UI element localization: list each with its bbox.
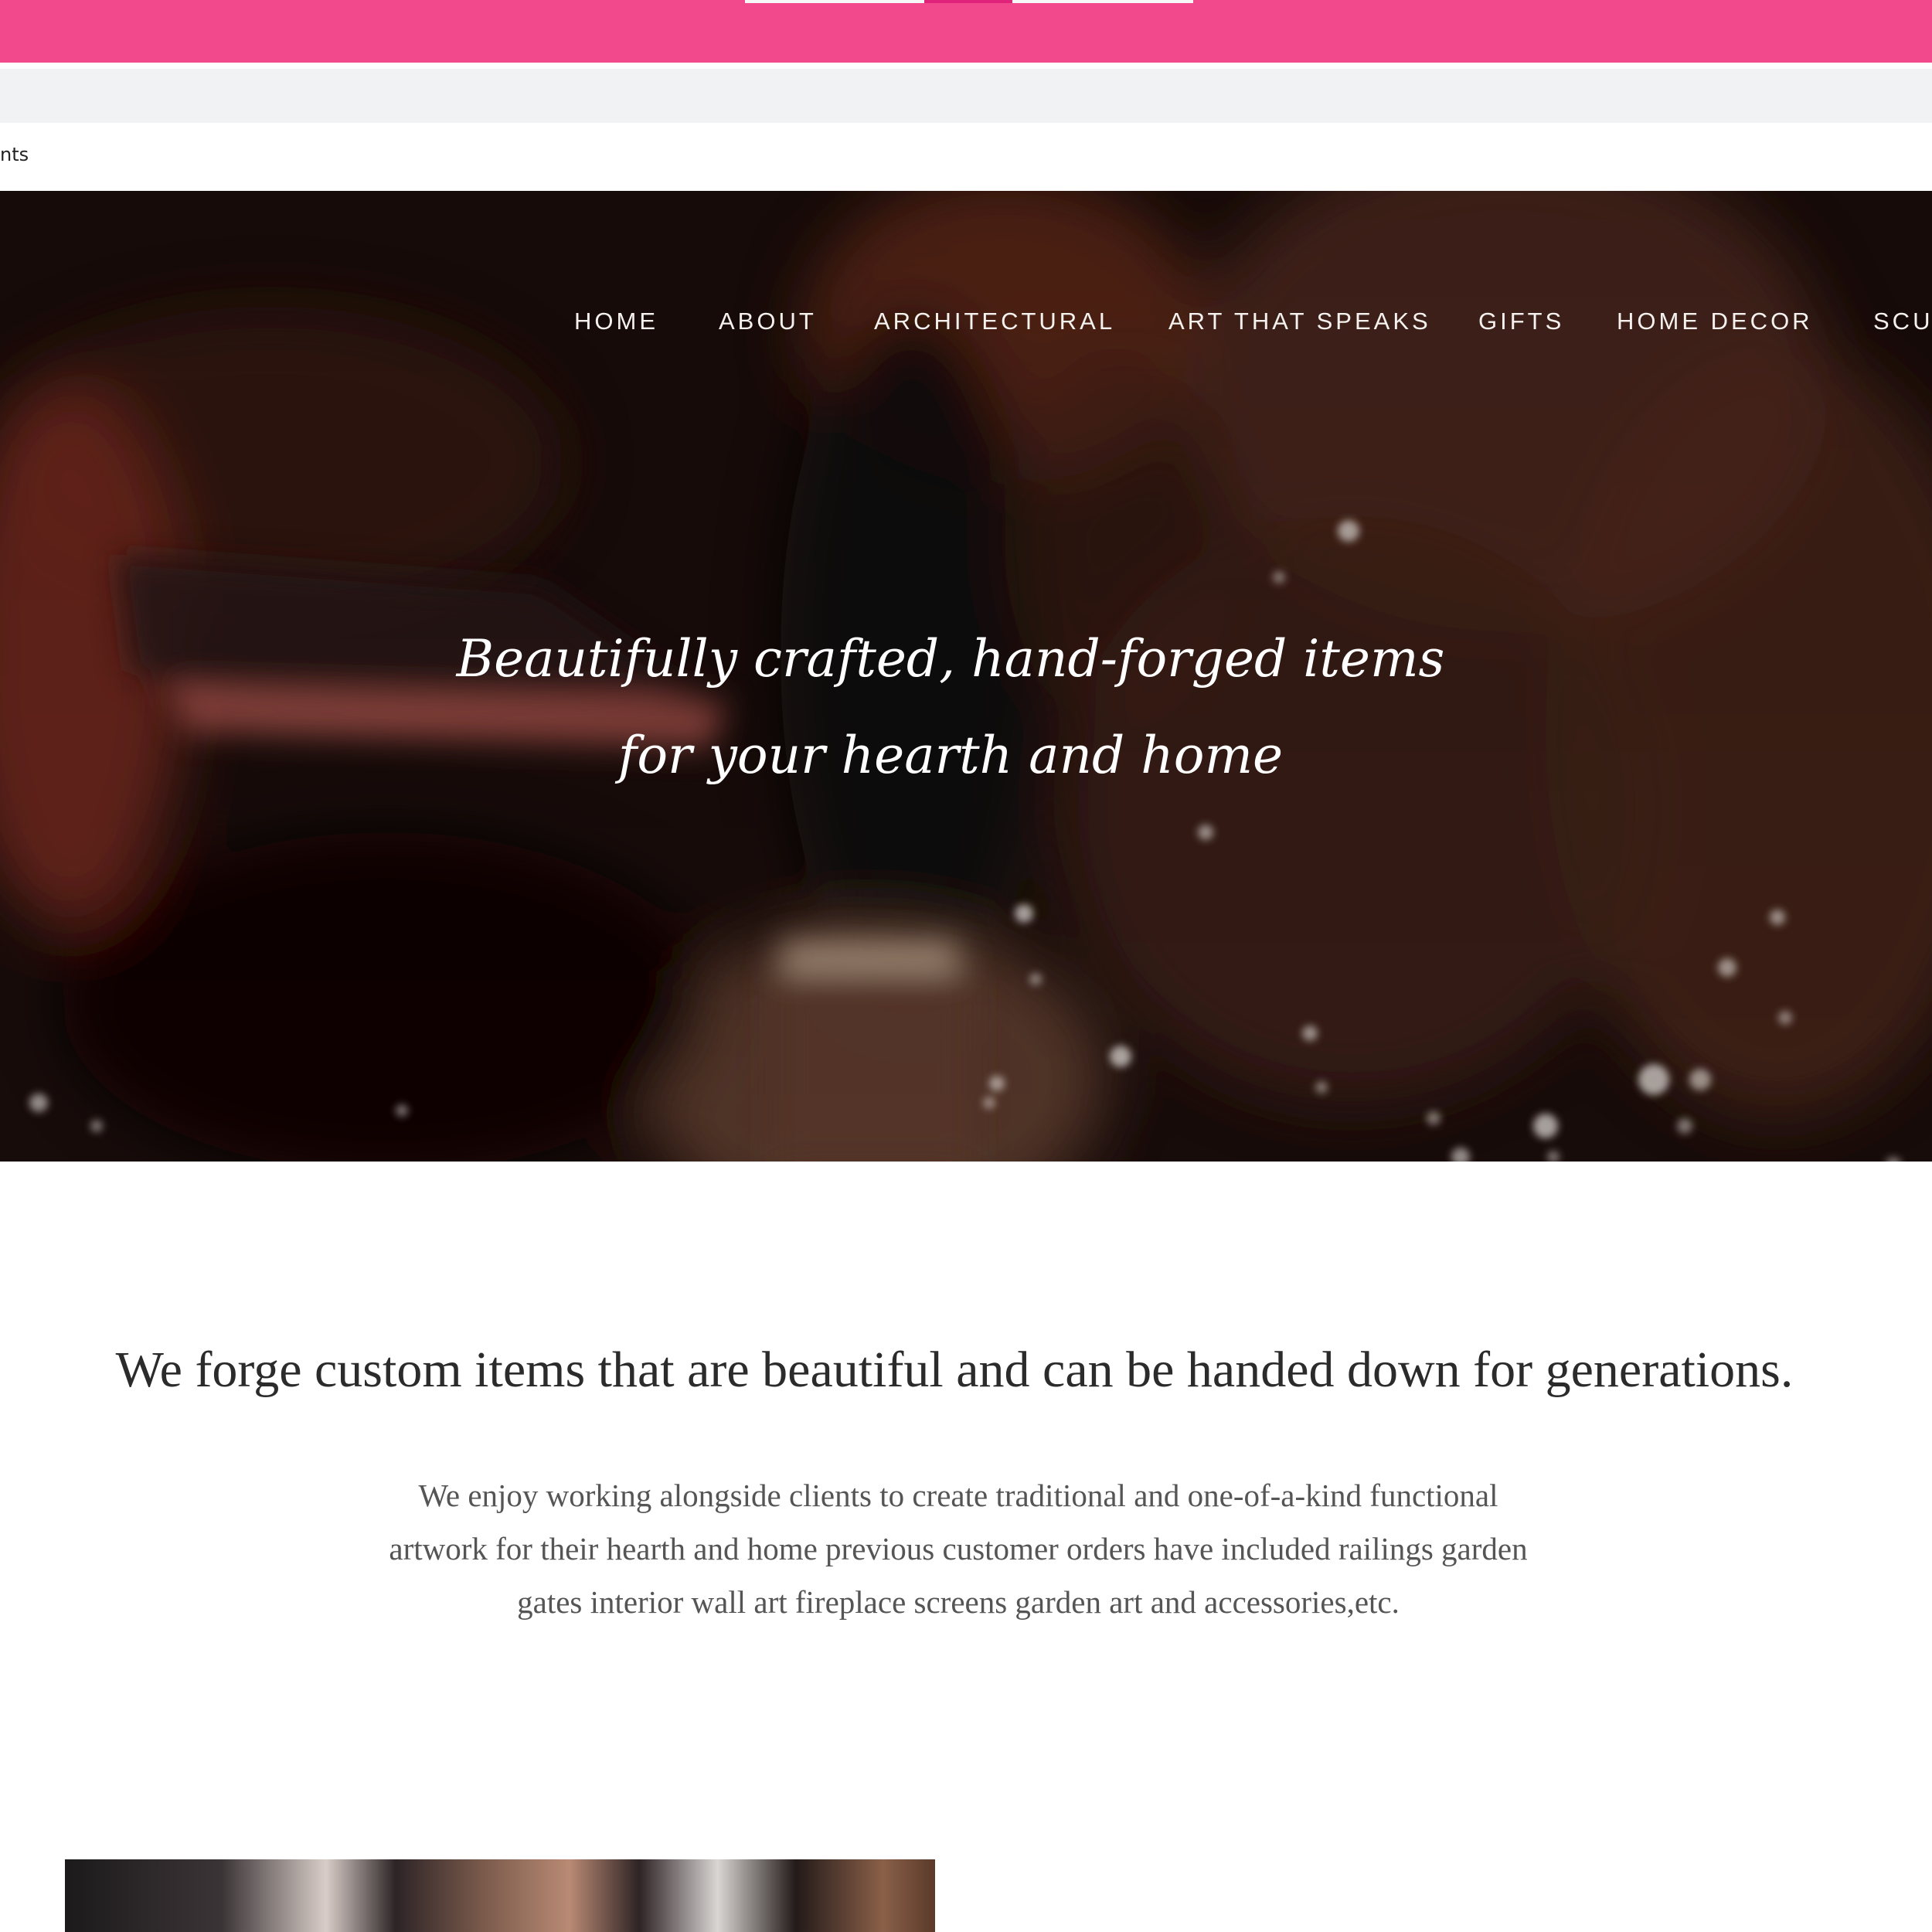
browser-toolbar	[0, 69, 1932, 123]
nav-item-art-that-speaks[interactable]: ART THAT SPEAKS	[1168, 308, 1431, 335]
featured-photo[interactable]	[65, 1859, 935, 1932]
bookmark-item[interactable]: nts	[0, 144, 29, 165]
main-nav: HOME ABOUT ARCHITECTURAL ART THAT SPEAKS…	[0, 308, 1932, 338]
browser-tab-active[interactable]	[924, 0, 1012, 3]
nav-item-gifts[interactable]: GIFTS	[1478, 308, 1564, 335]
bookmarks-bar	[0, 123, 1932, 191]
intro-heading: We forge custom items that are beautiful…	[115, 1342, 1794, 1398]
intro-body-line: artwork for their hearth and home previo…	[389, 1531, 1528, 1566]
nav-item-sculpture[interactable]: SCU	[1873, 308, 1932, 335]
nav-item-architectural[interactable]: ARCHITECTURAL	[874, 308, 1115, 335]
hero-tagline: Beautifully crafted, hand-forged items f…	[402, 611, 1499, 804]
nav-item-home[interactable]: HOME	[574, 308, 658, 335]
browser-tab-strip	[0, 0, 1932, 63]
intro-body: We enjoy working alongside clients to cr…	[363, 1469, 1553, 1629]
intro-body-line: We enjoy working alongside clients to cr…	[418, 1478, 1498, 1513]
browser-tab[interactable]	[1012, 0, 1193, 3]
browser-divider	[0, 63, 1932, 69]
nav-item-home-decor[interactable]: HOME DECOR	[1617, 308, 1813, 335]
nav-item-about[interactable]: ABOUT	[719, 308, 817, 335]
hero-tagline-line: Beautifully crafted, hand-forged items	[456, 629, 1445, 689]
hero-tagline-line: for your hearth and home	[617, 726, 1284, 785]
intro-body-line: gates interior wall art fireplace screen…	[517, 1584, 1400, 1620]
browser-tab[interactable]	[745, 0, 924, 3]
